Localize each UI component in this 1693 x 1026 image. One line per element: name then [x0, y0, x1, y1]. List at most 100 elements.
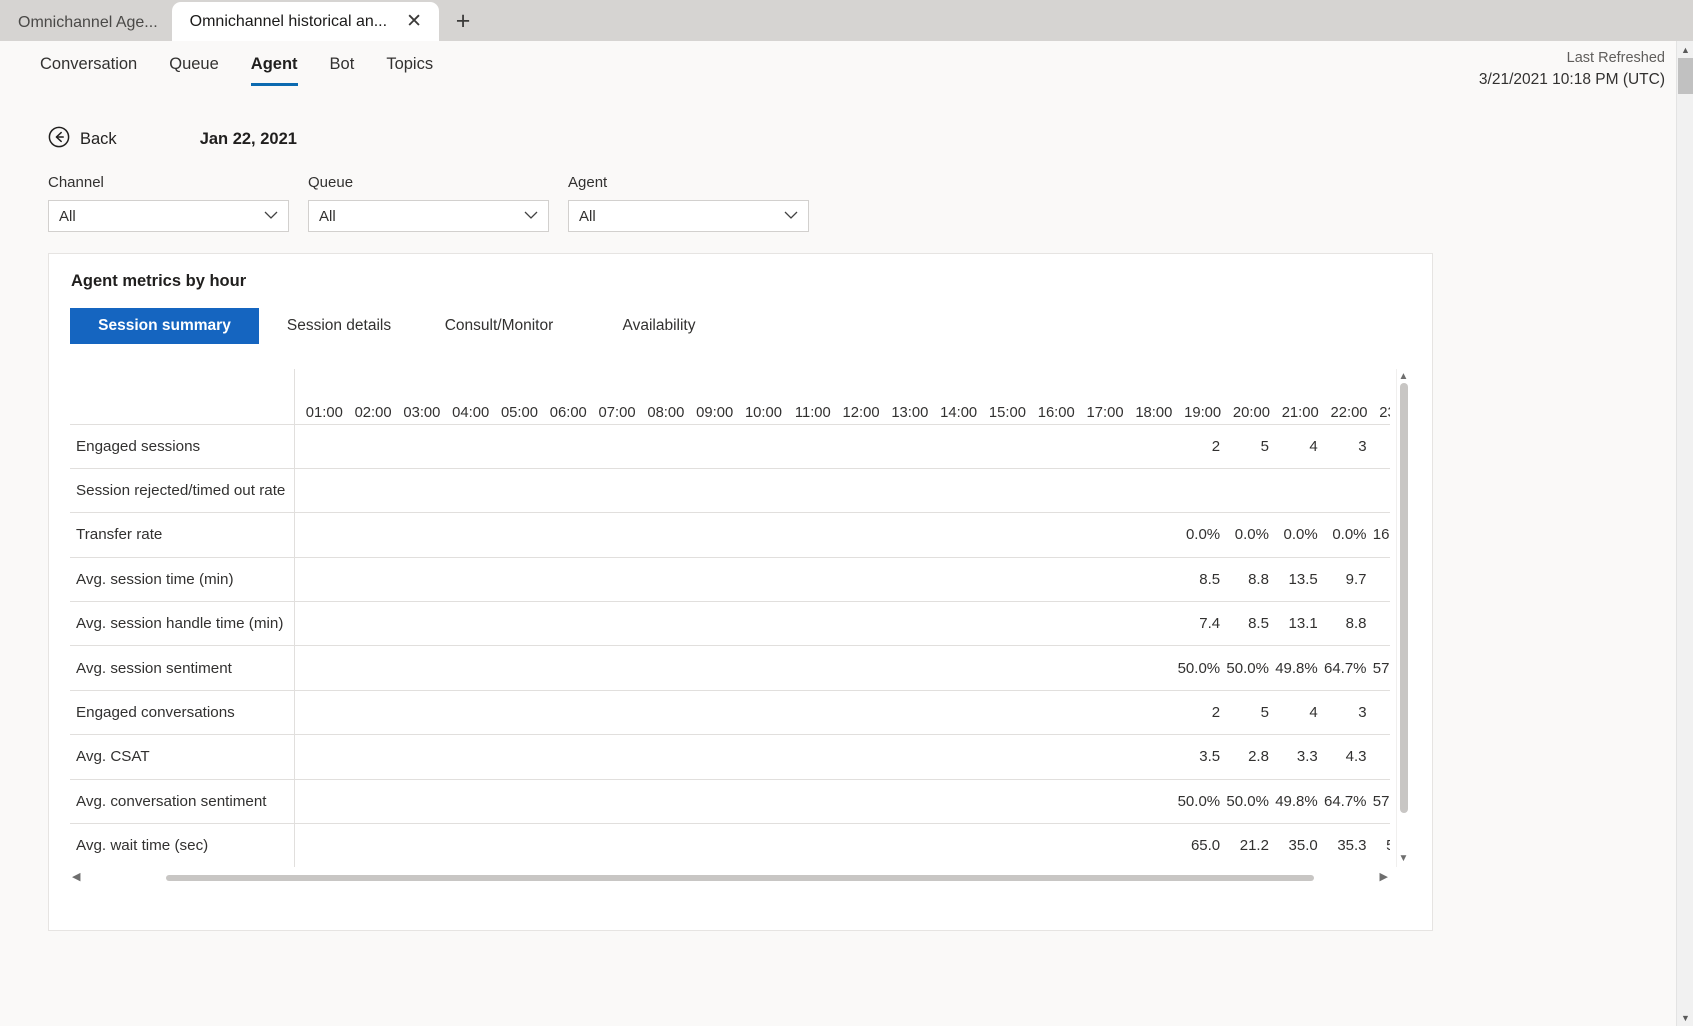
table-cell	[440, 823, 490, 867]
back-button[interactable]: Back	[48, 126, 117, 153]
table-cell	[928, 556, 978, 602]
vertical-scroll-thumb[interactable]	[1400, 383, 1408, 813]
scroll-down-arrow-icon[interactable]: ▼	[1399, 851, 1409, 867]
table-cell	[342, 645, 392, 691]
table-cell	[879, 823, 929, 867]
table-cell: 3	[1318, 689, 1368, 735]
table-cell	[733, 823, 782, 867]
table-cell: 8.5	[1221, 601, 1270, 646]
column-header-2300: 23:00	[1379, 404, 1390, 421]
table-cell	[781, 467, 831, 513]
table-cell	[977, 601, 1026, 646]
column-header-0400: 04:00	[452, 404, 490, 421]
tab-availability[interactable]: Availability	[579, 308, 739, 344]
horizontal-scroll-track[interactable]	[86, 875, 1374, 881]
filter-channel-select[interactable]: All	[48, 200, 289, 232]
table-cell	[733, 645, 782, 691]
tab-consult-monitor[interactable]: Consult/Monitor	[419, 308, 579, 344]
table-cell	[537, 423, 587, 469]
browser-tab-0[interactable]: Omnichannel Age...	[0, 4, 172, 41]
table-cell	[489, 512, 538, 558]
table-cell	[1123, 512, 1173, 558]
scroll-right-arrow-icon[interactable]: ▶	[1380, 872, 1388, 883]
table-cell	[440, 689, 490, 735]
nav-tab-agent[interactable]: Agent	[235, 41, 314, 86]
new-tab-icon[interactable]: +	[445, 3, 481, 39]
table-cell	[391, 645, 441, 691]
table-cell	[1025, 601, 1075, 646]
matrix-vertical-scrollbar[interactable]: ▲ ▼	[1396, 369, 1410, 867]
row-label: Engaged sessions	[70, 423, 295, 469]
table-cell	[1074, 512, 1124, 558]
table-cell	[830, 734, 880, 780]
table-cell	[684, 556, 734, 602]
table-cell	[440, 512, 490, 558]
table-cell	[684, 823, 734, 867]
table-cell	[733, 423, 782, 469]
nav-tab-conversation[interactable]: Conversation	[24, 41, 153, 86]
page-scroll-thumb[interactable]	[1678, 58, 1693, 94]
agent-metrics-matrix: 01:00 02:00 03:00 04:00 05:00 06:00 07:00 08:00…	[70, 369, 1410, 885]
filter-agent-select[interactable]: All	[568, 200, 809, 232]
nav-tab-topics[interactable]: Topics	[370, 41, 449, 86]
close-icon[interactable]: ✕	[403, 11, 425, 33]
scroll-left-arrow-icon[interactable]: ◀	[72, 872, 80, 883]
table-header-row: 01:00 02:00 03:00 04:00 05:00 06:00 07:00 08:00…	[70, 369, 1390, 424]
table-cell	[391, 778, 441, 824]
nav-tab-queue[interactable]: Queue	[153, 41, 235, 86]
table-cell: 4	[1269, 423, 1319, 469]
metrics-table-head: 01:00 02:00 03:00 04:00 05:00 06:00 07:00 08:00…	[70, 369, 1390, 424]
metrics-table: 01:00 02:00 03:00 04:00 05:00 06:00 07:00 08:00…	[70, 369, 1390, 867]
horizontal-scroll-thumb[interactable]	[166, 875, 1314, 881]
scroll-down-arrow-icon[interactable]: ▼	[1677, 1009, 1693, 1026]
table-cell	[928, 734, 978, 780]
tab-session-details[interactable]: Session details	[259, 308, 419, 344]
table-row: Avg. wait time (sec) 65.021.235.035.358.2	[70, 823, 1390, 867]
table-cell	[391, 512, 441, 558]
table-cell	[489, 734, 538, 780]
table-cell	[586, 601, 636, 646]
column-header-0900: 09:00	[696, 404, 734, 421]
table-cell	[294, 645, 343, 691]
browser-tab-title: Omnichannel historical an...	[189, 12, 388, 30]
table-cell	[1123, 423, 1173, 469]
table-cell	[537, 645, 587, 691]
table-row: Engaged conversations 25436	[70, 689, 1390, 735]
table-cell	[977, 467, 1026, 513]
table-cell	[830, 645, 880, 691]
scroll-up-arrow-icon[interactable]: ▲	[1677, 41, 1693, 58]
table-cell	[928, 689, 978, 735]
column-header-0800: 08:00	[647, 404, 685, 421]
nav-tab-bot[interactable]: Bot	[314, 41, 371, 86]
table-cell	[489, 423, 538, 469]
table-cell: 8.8	[1221, 556, 1270, 602]
table-cell	[733, 689, 782, 735]
browser-tab-1[interactable]: Omnichannel historical an... ✕	[171, 2, 440, 41]
table-row: Avg. session handle time (min) 7.4 8.5 13.1…	[70, 601, 1390, 646]
page-vertical-scrollbar[interactable]: ▲ ▼	[1676, 41, 1693, 1026]
row-label: Avg. wait time (sec)	[70, 823, 295, 867]
table-cell	[537, 734, 587, 780]
table-cell	[733, 556, 782, 602]
report-nav-tabs: Conversation Queue Agent Bot Topics	[24, 41, 449, 86]
column-header-1800: 18:00	[1135, 404, 1173, 421]
table-cell	[294, 734, 343, 780]
column-header-0200: 02:00	[354, 404, 392, 421]
table-cell	[1318, 467, 1368, 513]
column-header-1200: 12:00	[842, 404, 880, 421]
table-cell	[635, 601, 685, 646]
table-cell	[391, 823, 441, 867]
table-cell	[391, 556, 441, 602]
column-header-0500: 05:00	[500, 404, 538, 421]
table-cell	[635, 645, 685, 691]
metrics-table-body: Engaged sessions25436Session rejected/ti…	[70, 423, 1390, 867]
browser-tab-strip: Omnichannel Age... Omnichannel historica…	[0, 0, 1693, 41]
chevron-down-icon	[784, 210, 798, 222]
table-cell	[830, 601, 880, 646]
table-cell: 2	[1172, 689, 1222, 735]
matrix-horizontal-scrollbar[interactable]: ◀ ▶	[70, 870, 1390, 885]
tab-session-summary[interactable]: Session summary	[70, 308, 259, 344]
table-cell	[1025, 556, 1075, 602]
filter-queue-select[interactable]: All	[308, 200, 549, 232]
table-cell: 3	[1318, 423, 1368, 469]
